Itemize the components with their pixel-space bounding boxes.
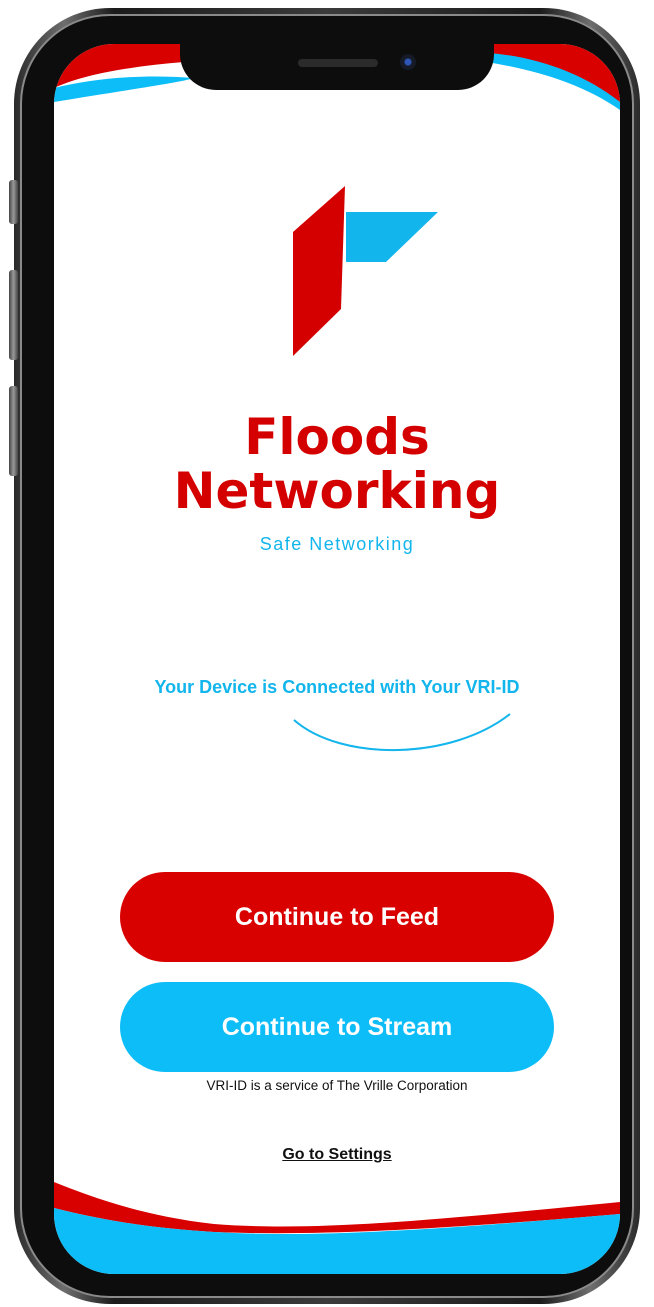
brand-title-line1: Floods — [244, 408, 430, 466]
floods-logo-icon — [293, 186, 438, 356]
bottom-wave-decoration — [54, 1182, 620, 1274]
continue-to-feed-button[interactable]: Continue to Feed — [120, 872, 554, 962]
front-camera-icon — [400, 54, 416, 70]
continue-to-stream-button[interactable]: Continue to Stream — [120, 982, 554, 1072]
tagline: Safe Networking — [259, 534, 415, 554]
volume-down-button — [9, 386, 18, 476]
silent-switch — [9, 180, 18, 224]
status-underline-arc — [293, 713, 511, 751]
continue-to-feed-label: Continue to Feed — [234, 902, 440, 931]
continue-to-stream-label: Continue to Stream — [221, 1012, 453, 1041]
notch — [180, 44, 494, 90]
brand-title-line2: Networking — [173, 462, 501, 520]
speaker-grille — [298, 59, 378, 67]
connection-status-message: Your Device is Connected with Your VRI-I… — [154, 677, 520, 697]
device-mockup: Floods Networking Safe Networking Your D… — [0, 0, 654, 1307]
brand-title: Floods Networking — [54, 410, 620, 518]
volume-up-button — [9, 270, 18, 360]
go-to-settings-link[interactable]: Go to Settings — [54, 1146, 620, 1164]
app-screen: Floods Networking Safe Networking Your D… — [54, 44, 620, 1274]
service-footnote: VRI-ID is a service of The Vrille Corpor… — [206, 1078, 468, 1093]
